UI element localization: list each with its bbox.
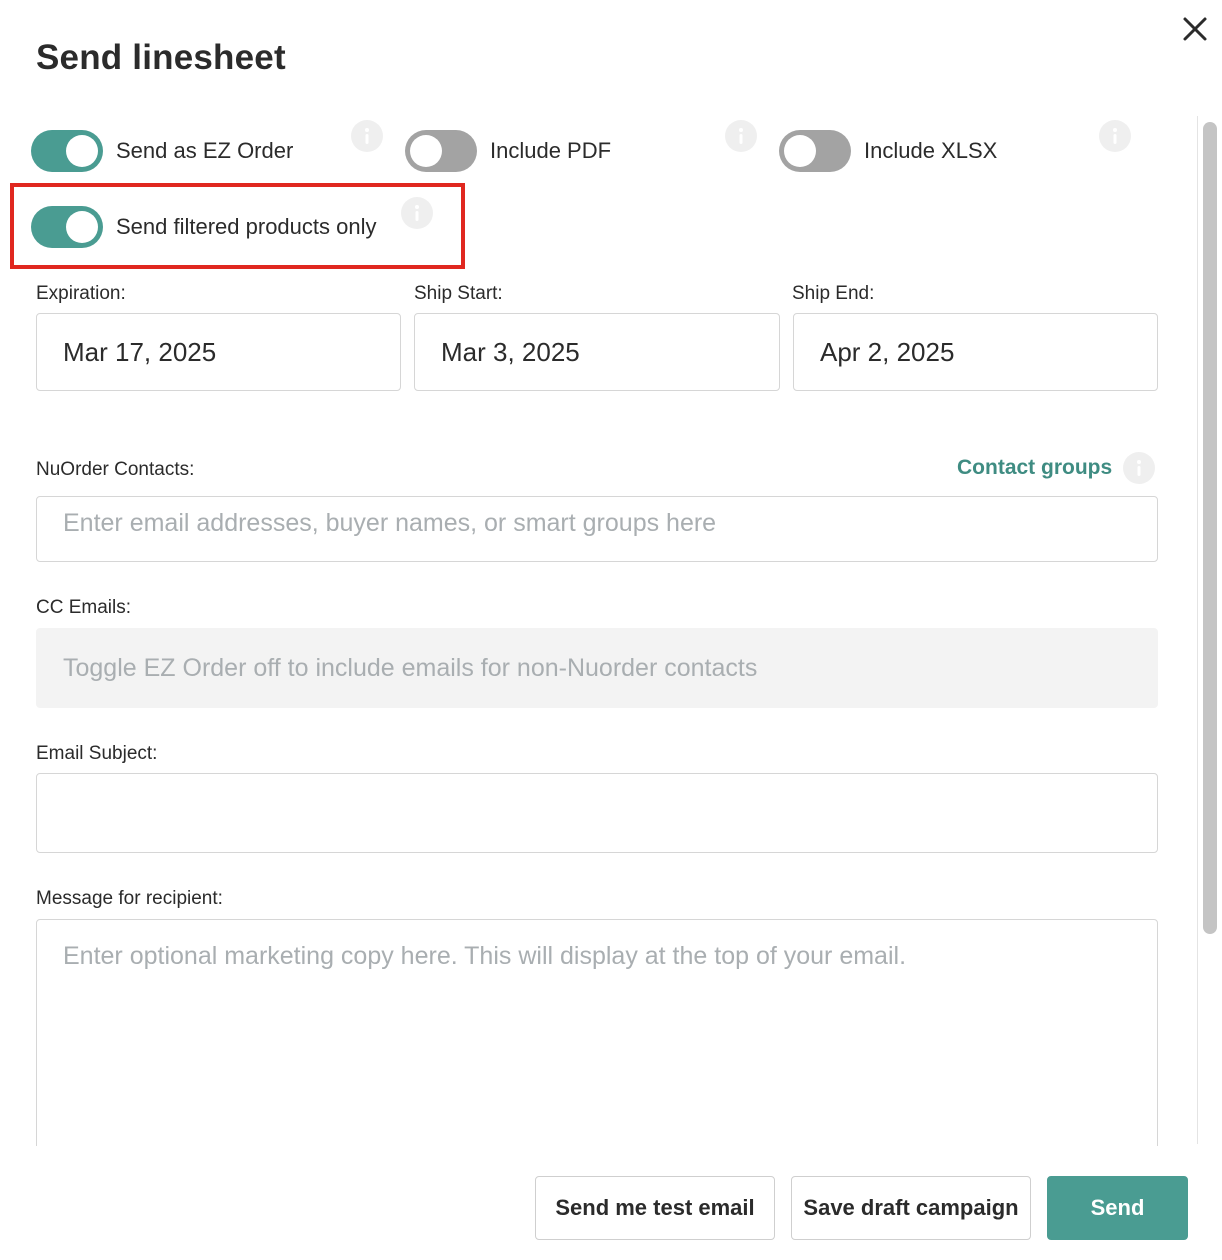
- send-test-email-button[interactable]: Send me test email: [535, 1176, 775, 1240]
- info-icon[interactable]: [725, 120, 757, 152]
- expiration-date-field[interactable]: Mar 17, 2025: [36, 313, 401, 391]
- toggle-filtered-products: Send filtered products only: [31, 206, 377, 248]
- filtered-products-label: Send filtered products only: [116, 214, 377, 239]
- send-button[interactable]: Send: [1047, 1176, 1188, 1240]
- switch-knob: [66, 135, 98, 167]
- send-linesheet-dialog: Send linesheet Send as EZ Order Include …: [0, 0, 1222, 1260]
- toggle-include-xlsx: Include XLSX: [779, 130, 997, 172]
- ship-end-label: Ship End:: [792, 283, 875, 304]
- info-icon[interactable]: [351, 120, 383, 152]
- toggle-ez-order: Send as EZ Order: [31, 130, 293, 172]
- close-icon: [1183, 17, 1207, 41]
- include-xlsx-label: Include XLSX: [864, 138, 998, 163]
- filtered-products-switch[interactable]: [31, 206, 103, 248]
- ship-start-label: Ship Start:: [414, 283, 503, 304]
- nuorder-contacts-input[interactable]: Enter email addresses, buyer names, or s…: [36, 496, 1158, 562]
- include-pdf-switch[interactable]: [405, 130, 477, 172]
- contact-groups-link[interactable]: Contact groups: [957, 456, 1112, 480]
- include-xlsx-switch[interactable]: [779, 130, 851, 172]
- message-textarea[interactable]: Enter optional marketing copy here. This…: [36, 919, 1158, 1159]
- toggle-include-pdf: Include PDF: [405, 130, 611, 172]
- switch-knob: [410, 135, 442, 167]
- info-icon[interactable]: [401, 197, 433, 229]
- nuorder-contacts-label: NuOrder Contacts:: [36, 459, 195, 480]
- ez-order-label: Send as EZ Order: [116, 138, 294, 163]
- cc-emails-label: CC Emails:: [36, 597, 132, 618]
- info-icon[interactable]: [1123, 452, 1155, 484]
- expiration-label: Expiration:: [36, 283, 126, 304]
- email-subject-input[interactable]: [36, 773, 1158, 853]
- ship-end-date-field[interactable]: Apr 2, 2025: [793, 313, 1158, 391]
- save-draft-campaign-button[interactable]: Save draft campaign: [791, 1176, 1031, 1240]
- ez-order-switch[interactable]: [31, 130, 103, 172]
- switch-knob: [784, 135, 816, 167]
- cc-emails-input-disabled: Toggle EZ Order off to include emails fo…: [36, 628, 1158, 708]
- scrollbar-thumb[interactable]: [1203, 122, 1217, 934]
- email-subject-label: Email Subject:: [36, 743, 158, 764]
- close-button[interactable]: [1178, 12, 1212, 46]
- ship-start-date-field[interactable]: Mar 3, 2025: [414, 313, 780, 391]
- info-icon[interactable]: [1099, 120, 1131, 152]
- message-label: Message for recipient:: [36, 888, 223, 909]
- switch-knob: [66, 211, 98, 243]
- include-pdf-label: Include PDF: [490, 138, 612, 163]
- dialog-title: Send linesheet: [36, 38, 286, 77]
